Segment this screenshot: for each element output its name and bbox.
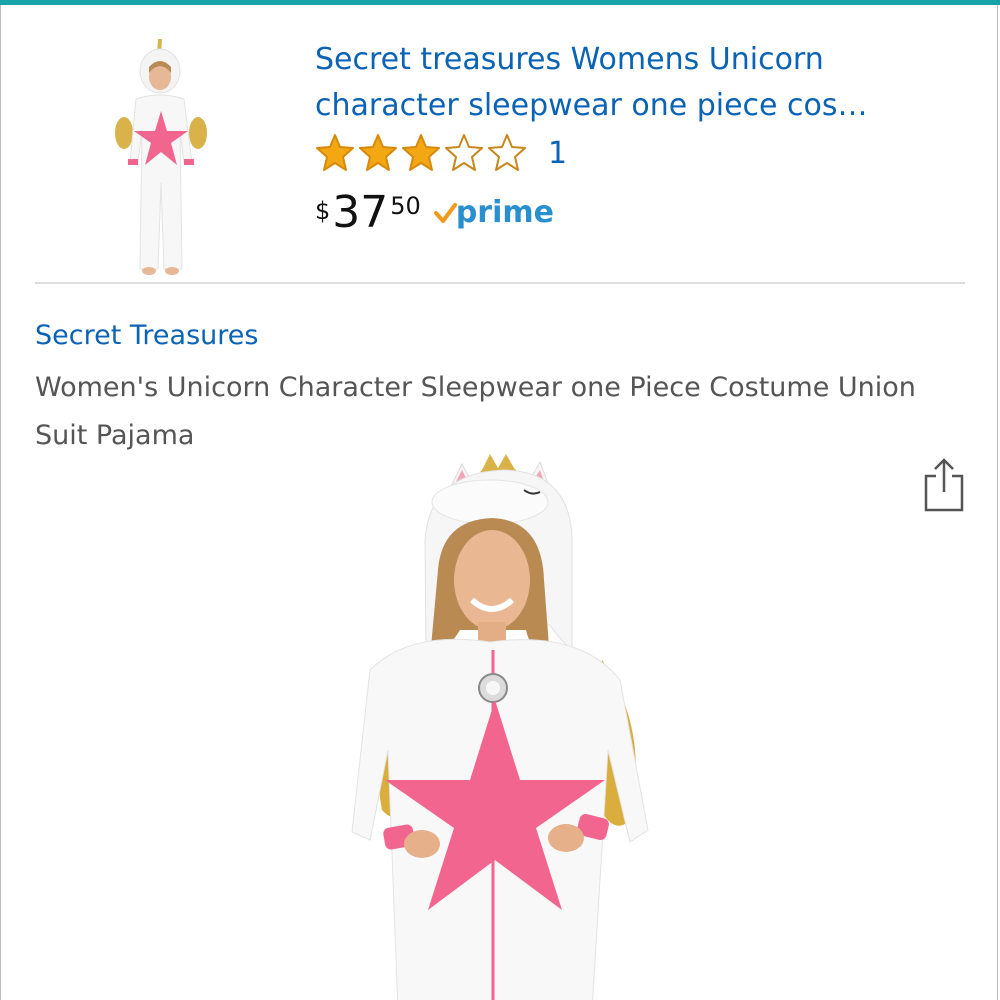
star-filled-icon	[402, 134, 440, 171]
star-empty-icon	[445, 134, 483, 171]
prime-check-icon	[433, 203, 457, 223]
price-fraction: 50	[390, 192, 421, 220]
share-icon[interactable]	[920, 456, 968, 514]
divider	[35, 282, 965, 284]
product-thumbnail[interactable]	[106, 33, 216, 277]
star-filled-icon	[316, 134, 354, 171]
product-main-image[interactable]	[330, 450, 680, 1000]
review-count[interactable]: 1	[548, 136, 567, 171]
prime-label: prime	[455, 195, 554, 230]
product-full-name: Women's Unicorn Character Sleepwear one …	[35, 372, 916, 451]
rating-row[interactable]: 1	[315, 132, 567, 174]
star-filled-icon	[359, 134, 397, 171]
star-rating[interactable]	[315, 133, 530, 173]
star-empty-icon	[488, 134, 526, 171]
prime-badge: prime	[433, 198, 554, 228]
product-title-link[interactable]: Secret treasures Womens Unicorn characte…	[315, 37, 935, 129]
price: $ 37 50 prime	[315, 188, 554, 240]
price-currency: $	[315, 197, 331, 225]
brand-link[interactable]: Secret Treasures	[35, 320, 258, 351]
price-whole: 37	[332, 187, 389, 238]
search-result-card[interactable]: Secret treasures Womens Unicorn characte…	[0, 5, 1000, 283]
